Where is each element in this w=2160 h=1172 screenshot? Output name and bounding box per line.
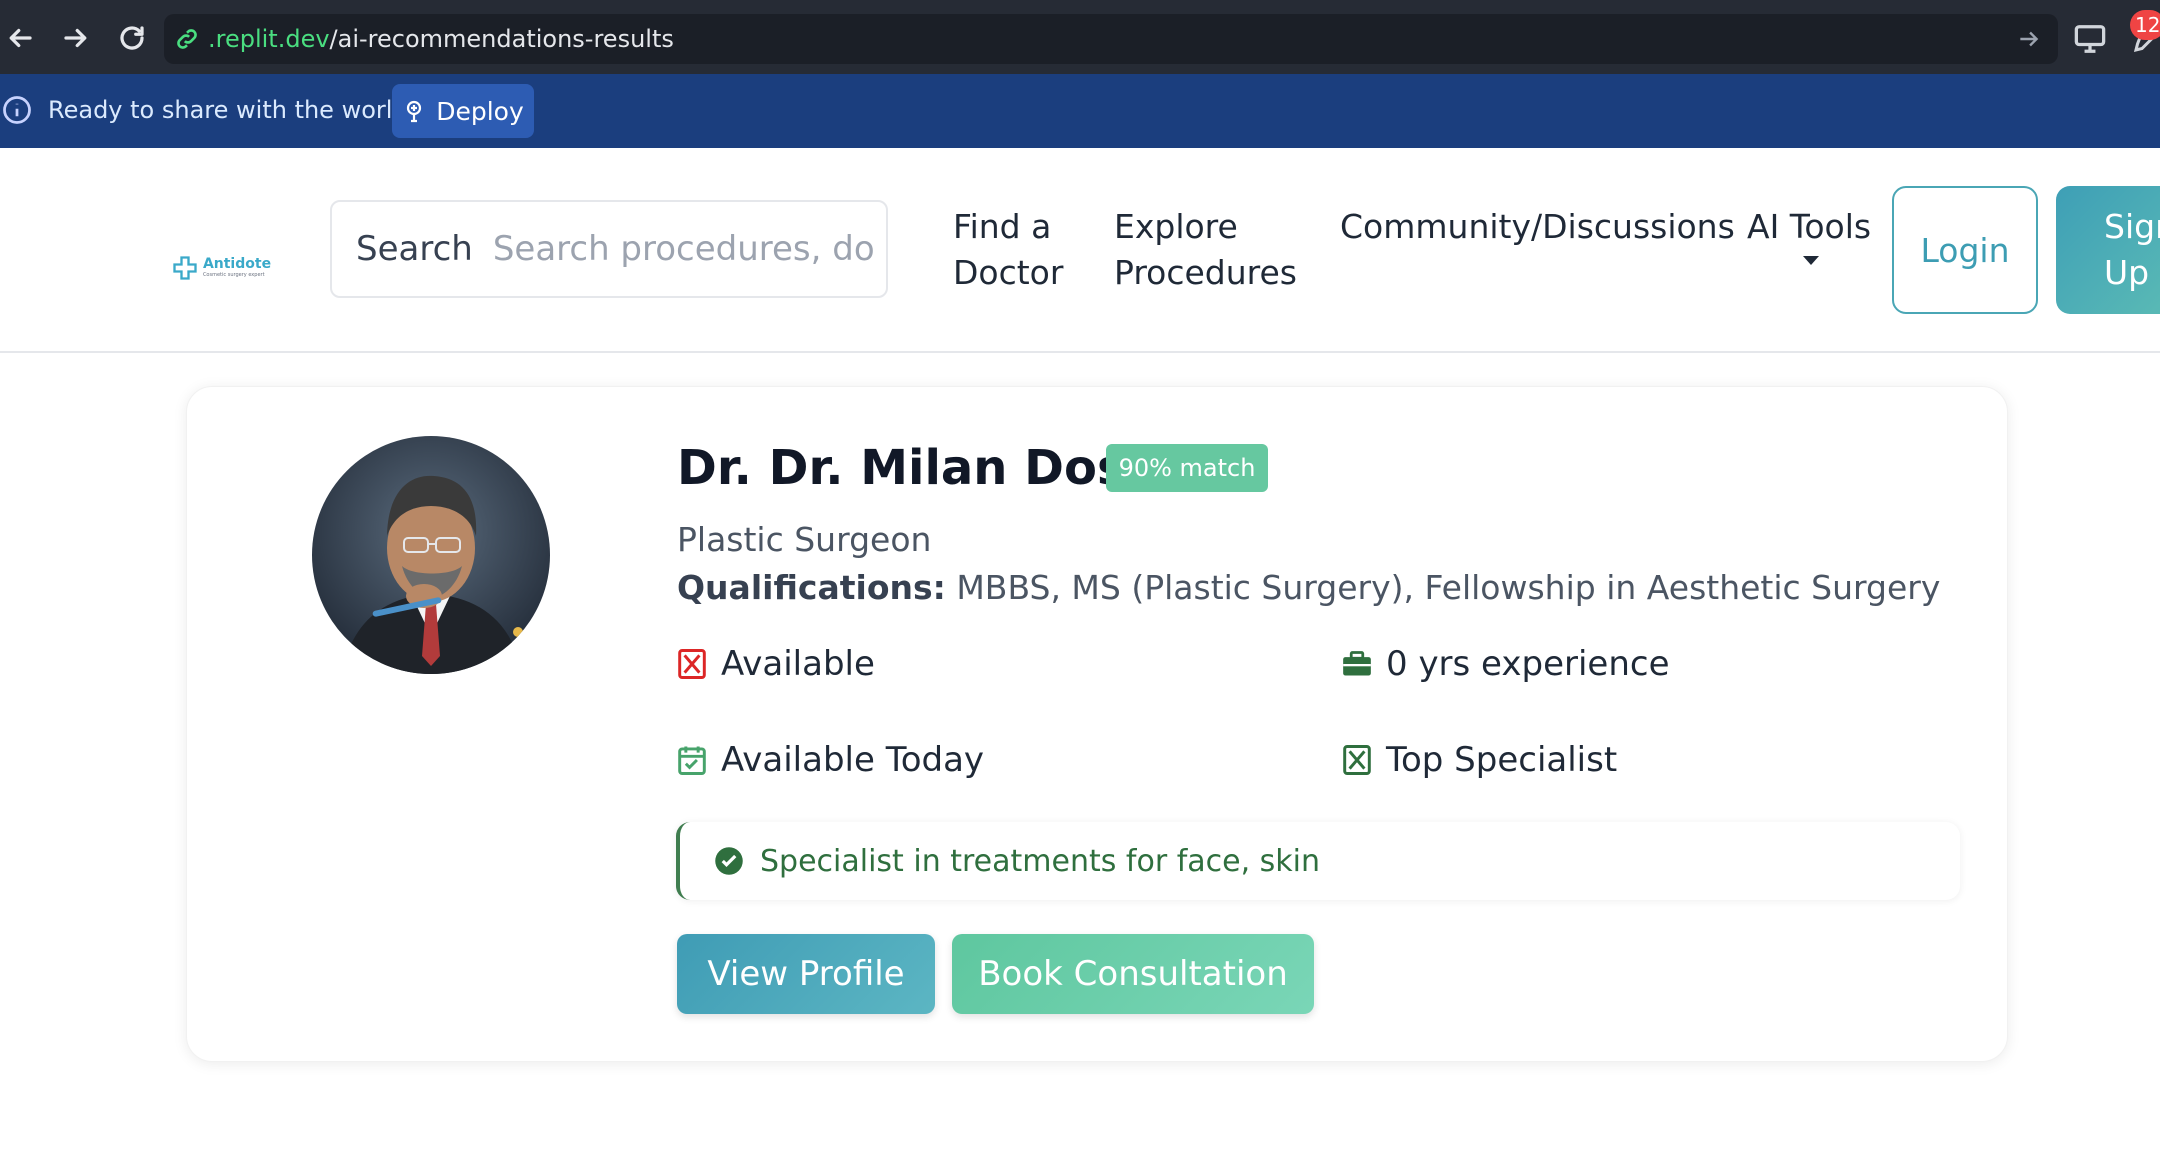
- doctor-qualifications: Qualifications: MBBS, MS (Plastic Surger…: [677, 568, 1940, 607]
- check-circle-icon: [715, 847, 743, 875]
- doctor-specialty: Plastic Surgeon: [677, 520, 932, 559]
- experience-info: 0 yrs experience: [1342, 644, 1670, 684]
- signup-button[interactable]: Sign Up: [2056, 186, 2160, 314]
- back-button[interactable]: [0, 18, 40, 58]
- search-box: Search: [330, 200, 888, 298]
- calendar-check-icon: [678, 746, 706, 776]
- address-bar[interactable]: .replit.dev/ai-recommendations-results: [164, 14, 2058, 64]
- doctor-name[interactable]: Dr. Dr. Milan Doshi: [677, 440, 1176, 496]
- login-button[interactable]: Login: [1892, 186, 2038, 314]
- link-icon: [177, 29, 197, 49]
- forward-button[interactable]: [56, 18, 96, 58]
- site-logo[interactable]: Antidote Cosmetic surgery expert: [160, 226, 282, 310]
- specialist-note: Specialist in treatments for face, skin: [760, 843, 1321, 879]
- logo-name: Antidote: [202, 256, 272, 272]
- match-badge: 90% match: [1106, 444, 1268, 492]
- nav-explore-line2: Procedures: [1114, 253, 1297, 292]
- nav-community[interactable]: Community/Discussions: [1340, 204, 1735, 250]
- nav-explore-procedures[interactable]: Explore Procedures: [1114, 204, 1297, 296]
- availability-text: Available: [721, 644, 875, 684]
- available-today-text: Available Today: [721, 740, 985, 780]
- available-today-info: Available Today: [677, 740, 984, 780]
- go-arrow-icon[interactable]: [2016, 26, 2042, 52]
- qualifications-label: Qualifications:: [677, 568, 946, 607]
- caret-down-icon[interactable]: [1803, 256, 1819, 265]
- arrow-right-icon: [64, 28, 87, 48]
- deploy-banner: Ready to share with the world? Deploy: [0, 74, 2160, 148]
- deploy-button[interactable]: Deploy: [392, 84, 534, 138]
- reload-icon: [120, 26, 144, 50]
- search-label: Search: [356, 229, 473, 269]
- specialist-x-icon: [1343, 744, 1371, 776]
- search-input[interactable]: [492, 229, 873, 269]
- arrow-left-icon: [9, 28, 32, 48]
- browser-toolbar: .replit.dev/ai-recommendations-results 1…: [0, 0, 2160, 74]
- signup-line2: Up: [2104, 253, 2150, 292]
- signup-line1: Sign: [2104, 207, 2160, 246]
- experience-text: 0 yrs experience: [1386, 644, 1670, 684]
- nav-explore-line1: Explore: [1114, 207, 1238, 246]
- qualifications-value: MBBS, MS (Plastic Surgery), Fellowship i…: [956, 568, 1941, 607]
- unavailable-x-icon: [678, 648, 706, 680]
- doctor-photo-icon: [312, 436, 550, 674]
- view-profile-button[interactable]: View Profile: [677, 934, 935, 1014]
- deploy-icon: [407, 100, 422, 123]
- deploy-label: Deploy: [436, 96, 524, 126]
- site-header: Antidote Cosmetic surgery expert Search: [0, 148, 2160, 353]
- info-icon: [3, 96, 31, 124]
- nav-find-doctor-line1: Find a: [953, 207, 1052, 246]
- specialist-note-box: Specialist in treatments for face, skin: [676, 822, 1960, 900]
- briefcase-icon: [1343, 651, 1371, 676]
- top-specialist-text: Top Specialist: [1386, 740, 1618, 780]
- logo-cross-icon: [173, 256, 197, 280]
- nav-find-doctor-line2: Doctor: [953, 253, 1064, 292]
- nav-ai-tools[interactable]: AI Tools: [1747, 204, 1871, 250]
- top-specialist-info: Top Specialist: [1342, 740, 1617, 780]
- monitor-icon[interactable]: [2073, 24, 2107, 54]
- url-text: .replit.dev/ai-recommendations-results: [208, 25, 674, 53]
- availability-status: Available: [677, 644, 875, 684]
- book-consultation-button[interactable]: Book Consultation: [952, 934, 1314, 1014]
- logo-tagline: Cosmetic surgery expert: [202, 272, 265, 278]
- extension-badge: 12: [2130, 10, 2160, 40]
- reload-button[interactable]: [112, 18, 152, 58]
- banner-text: Ready to share with the world?: [48, 96, 421, 124]
- doctor-avatar[interactable]: [312, 436, 550, 674]
- nav-find-doctor[interactable]: Find a Doctor: [953, 204, 1063, 296]
